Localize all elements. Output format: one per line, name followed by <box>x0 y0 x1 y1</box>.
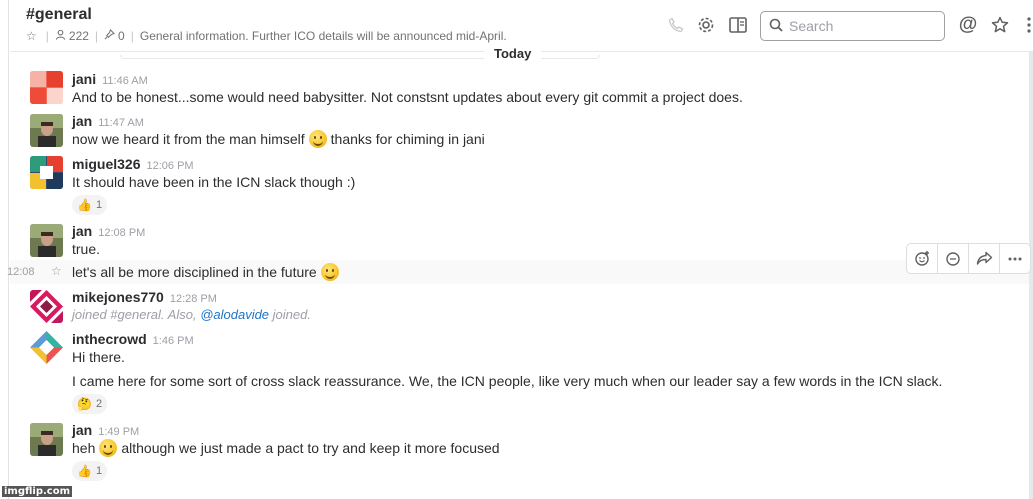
member-count[interactable]: 222 <box>69 29 89 43</box>
message-text: And to be honest...some would need babys… <box>72 89 743 105</box>
thumbs-up-icon: 👍 <box>77 464 92 478</box>
phone-icon[interactable] <box>665 14 687 36</box>
message-text-part: thanks for chiming in jani <box>330 131 485 147</box>
avatar[interactable] <box>30 290 63 323</box>
message-time[interactable]: 12:08 <box>7 266 35 278</box>
smile-emoji-icon <box>99 439 118 457</box>
message-header: jani 11:46 AM <box>72 71 148 87</box>
avatar[interactable] <box>30 224 63 257</box>
message-header: jan 12:08 PM <box>72 223 145 239</box>
reaction-count: 2 <box>95 398 103 410</box>
reaction-count: 1 <box>95 199 103 211</box>
search-icon <box>769 18 783 35</box>
message-time[interactable]: 12:28 PM <box>170 293 217 305</box>
author-name[interactable]: jani <box>72 71 96 87</box>
message-text: I came here for some sort of cross slack… <box>72 373 943 389</box>
message-time[interactable]: 12:08 PM <box>98 227 145 239</box>
sidebar-edge <box>0 0 9 499</box>
reply-thread-button[interactable] <box>938 244 969 273</box>
thumbs-up-icon: 👍 <box>77 198 92 212</box>
star-icon[interactable]: ☆ <box>26 29 37 43</box>
star-items-icon[interactable] <box>989 14 1011 36</box>
message-time[interactable]: 1:46 PM <box>153 335 194 347</box>
message-text: let's all be more disciplined in the fut… <box>72 263 343 281</box>
smile-emoji-icon <box>308 130 327 148</box>
author-name[interactable]: miguel326 <box>72 156 140 172</box>
reaction-thumbsup[interactable]: 👍 1 <box>72 461 108 481</box>
reaction-count: 1 <box>95 465 103 477</box>
channel-name[interactable]: #general <box>26 6 92 24</box>
avatar[interactable] <box>30 156 63 189</box>
star-message-icon[interactable]: ☆ <box>51 264 62 278</box>
message-header: jan 11:47 AM <box>72 113 144 129</box>
search-box[interactable] <box>760 11 945 41</box>
avatar[interactable] <box>30 71 63 104</box>
message-text-part: joined #general. Also, <box>72 307 197 322</box>
reaction-thumbsup[interactable]: 👍 1 <box>72 195 108 215</box>
message-text-part: now we heard it from the man himself <box>72 131 305 147</box>
pin-icon[interactable] <box>104 28 116 43</box>
message-time[interactable]: 11:47 AM <box>98 117 144 129</box>
add-reaction-button[interactable] <box>907 244 938 273</box>
message-text-part: heh <box>72 440 96 456</box>
avatar[interactable] <box>30 331 63 364</box>
message-header: mikejones770 12:28 PM <box>72 289 217 305</box>
author-name[interactable]: mikejones770 <box>72 289 164 305</box>
search-input[interactable] <box>789 18 929 34</box>
message-time[interactable]: 12:06 PM <box>146 160 193 172</box>
message-actions <box>906 243 1031 274</box>
message-time[interactable]: 11:46 AM <box>102 75 148 87</box>
avatar[interactable] <box>30 423 63 456</box>
message-text: heh although we just made a pact to try … <box>72 439 500 457</box>
thinking-face-icon: 🤔 <box>77 397 92 411</box>
message-time[interactable]: 1:49 PM <box>98 426 139 438</box>
more-actions-button[interactable] <box>1000 244 1030 273</box>
message-text: now we heard it from the man himself tha… <box>72 130 485 148</box>
more-vertical-icon[interactable] <box>1018 14 1033 36</box>
watermark: imgflip.com <box>2 486 73 497</box>
message-text-part: joined. <box>272 307 311 322</box>
message-text-part: let's all be more disciplined in the fut… <box>72 264 317 280</box>
details-panel-icon[interactable] <box>727 14 749 36</box>
day-divider: Today <box>484 44 542 62</box>
author-name[interactable]: jan <box>72 113 92 129</box>
message-text: Hi there. <box>72 349 125 365</box>
author-name[interactable]: jan <box>72 223 92 239</box>
avatar[interactable] <box>30 114 63 147</box>
share-message-button[interactable] <box>969 244 1000 273</box>
message-text: true. <box>72 241 101 257</box>
message-header: miguel326 12:06 PM <box>72 156 194 172</box>
mentions-icon[interactable]: @ <box>957 14 979 36</box>
message-header: inthecrowd 1:46 PM <box>72 331 194 347</box>
smile-emoji-icon <box>320 263 339 281</box>
channel-meta: ☆ | 222 | 0 | General information. Furth… <box>26 28 507 43</box>
message-text: It should have been in the ICN slack tho… <box>72 174 356 190</box>
system-message: joined #general. Also, @alodavide joined… <box>72 307 311 322</box>
author-name[interactable]: inthecrowd <box>72 331 147 347</box>
members-icon[interactable] <box>55 29 66 43</box>
author-name[interactable]: jan <box>72 422 92 438</box>
gear-icon[interactable] <box>695 14 717 36</box>
reaction-thinking[interactable]: 🤔 2 <box>72 394 108 414</box>
pinned-count[interactable]: 0 <box>118 29 125 43</box>
message-header: jan 1:49 PM <box>72 422 139 438</box>
message-text-part: although we just made a pact to try and … <box>121 440 500 456</box>
user-mention-link[interactable]: @alodavide <box>200 307 269 322</box>
channel-topic[interactable]: General information. Further ICO details… <box>140 29 507 43</box>
